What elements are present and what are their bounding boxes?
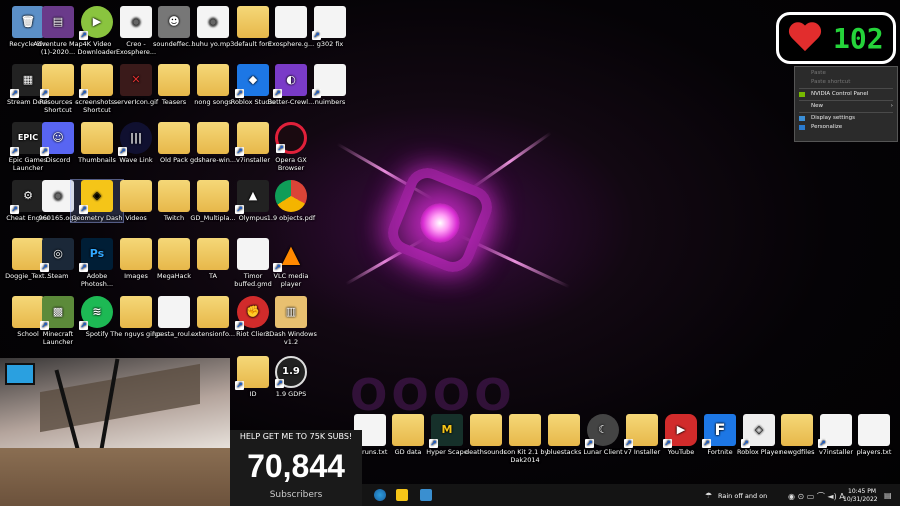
- menu-item-personalize[interactable]: Personalize: [795, 123, 897, 132]
- menu-item-paste[interactable]: Paste: [795, 69, 897, 78]
- desktop-icon[interactable]: ▥ 3Dash Windows v1.2: [265, 296, 317, 346]
- context-menu: Paste Paste shortcut NVIDIA Control Pane…: [794, 66, 898, 142]
- file-icon: [312, 64, 346, 98]
- sub-goal-text: HELP GET ME TO 75K SUBS!: [239, 432, 353, 441]
- folder-shortcut-icon: [624, 414, 658, 448]
- folder-icon: [158, 122, 190, 154]
- subscriber-counter: HELP GET ME TO 75K SUBS! 70,844 Subscrib…: [230, 430, 362, 506]
- video-downloader-icon: ▶: [79, 6, 113, 40]
- winrar-icon: ▤: [42, 6, 74, 38]
- file-icon: [158, 296, 190, 328]
- desktop-icon[interactable]: ▲VLC media player: [265, 238, 317, 288]
- folder-icon: [392, 414, 424, 446]
- fortnite-icon: F: [702, 414, 736, 448]
- desktop-icon[interactable]: g302 fix: [304, 6, 356, 48]
- folder-icon: [197, 64, 229, 96]
- taskbar-app-icon[interactable]: [374, 489, 386, 501]
- folder-icon: [548, 414, 580, 446]
- chevron-right-icon: ›: [890, 103, 893, 109]
- menu-separator: [799, 100, 893, 101]
- display-icon: [799, 116, 805, 121]
- heart-icon: [789, 23, 823, 53]
- desktop-icon[interactable]: Opera GX Browser: [265, 122, 317, 172]
- gdps-icon: 1.9: [275, 356, 307, 388]
- notifications-icon[interactable]: ▤: [884, 491, 892, 500]
- menu-item-display-settings[interactable]: Display settings: [795, 114, 897, 123]
- image-file-icon: ☻: [158, 6, 190, 38]
- hyper-scape-icon: M: [429, 414, 463, 448]
- chrome-pdf-icon: [275, 180, 307, 212]
- text-file-icon: [858, 414, 890, 446]
- archive-icon: ▥: [275, 296, 307, 328]
- wallpaper-streak: [468, 131, 552, 192]
- folder-icon: [509, 414, 541, 446]
- wallpaper-core: [420, 203, 460, 243]
- menu-item-nvidia[interactable]: NVIDIA Control Panel: [795, 90, 897, 99]
- folder-icon: [158, 64, 190, 96]
- taskbar-app-icon[interactable]: [420, 489, 432, 501]
- folder-icon: [197, 180, 229, 212]
- folder-icon: [197, 238, 229, 270]
- file-icon: [275, 6, 307, 38]
- folder-icon: [470, 414, 502, 446]
- steam-icon: ◎: [40, 238, 74, 272]
- clock-time[interactable]: 10:45 PM: [848, 488, 876, 495]
- audio-file-icon: ◉: [42, 180, 74, 212]
- minecraft-icon: ▩: [40, 296, 74, 330]
- taskbar-geometry-dash-icon[interactable]: [396, 489, 408, 501]
- clock-date[interactable]: 10/31/2022: [843, 496, 878, 503]
- sub-label: Subscribers: [269, 490, 323, 500]
- heart-count: 102: [833, 21, 884, 55]
- spotify-icon: ≋: [79, 296, 113, 330]
- lunar-client-icon: ☾: [585, 414, 619, 448]
- folder-shortcut-icon: [40, 64, 74, 98]
- nvidia-icon: [799, 92, 805, 97]
- desktop-icon[interactable]: players.txt: [848, 414, 900, 456]
- webcam-desk: [0, 448, 230, 506]
- desktop-icon[interactable]: nuimbers: [304, 64, 356, 106]
- discord-icon: ☺: [40, 122, 74, 156]
- menu-separator: [799, 88, 893, 89]
- desktop-icon[interactable]: 1.9 objects.pdf: [265, 180, 317, 222]
- sub-count: 70,844: [247, 448, 345, 484]
- menu-separator: [799, 112, 893, 113]
- geometry-dash-icon: ◈: [79, 180, 113, 214]
- personalize-icon: [799, 125, 805, 130]
- folder-icon: [197, 296, 229, 328]
- folder-icon: [158, 238, 190, 270]
- better-crewlink-icon: ◐: [273, 64, 307, 98]
- vlc-icon: ▲: [273, 238, 307, 272]
- audio-file-icon: ◉: [197, 6, 229, 38]
- menu-item-new[interactable]: New ›: [795, 102, 897, 111]
- monitor-in-webcam: [5, 363, 35, 385]
- youtube-icon: ▶: [663, 414, 697, 448]
- folder-icon: [197, 122, 229, 154]
- weather-text[interactable]: Rain off and on: [718, 492, 767, 500]
- folder-icon: [81, 122, 113, 154]
- folder-shortcut-icon: [79, 64, 113, 98]
- desktop-icon[interactable]: 1.91.9 GDPS: [265, 356, 317, 398]
- folder-icon: [158, 180, 190, 212]
- tray-icons[interactable]: ◉ ⊙ ▭ ⌒ ◄) A: [788, 491, 845, 502]
- file-icon: [312, 6, 346, 40]
- weather-icon[interactable]: ☂: [705, 491, 712, 500]
- taskbar: ☂ Rain off and on ◉ ⊙ ▭ ⌒ ◄) A 10:45 PM …: [362, 484, 900, 506]
- folder-icon: [781, 414, 813, 446]
- heart-counter: 102: [776, 12, 896, 64]
- menu-item-paste-shortcut[interactable]: Paste shortcut: [795, 78, 897, 87]
- webcam-overlay: [0, 358, 230, 506]
- opera-gx-icon: [275, 122, 307, 154]
- photoshop-icon: Ps: [79, 238, 113, 272]
